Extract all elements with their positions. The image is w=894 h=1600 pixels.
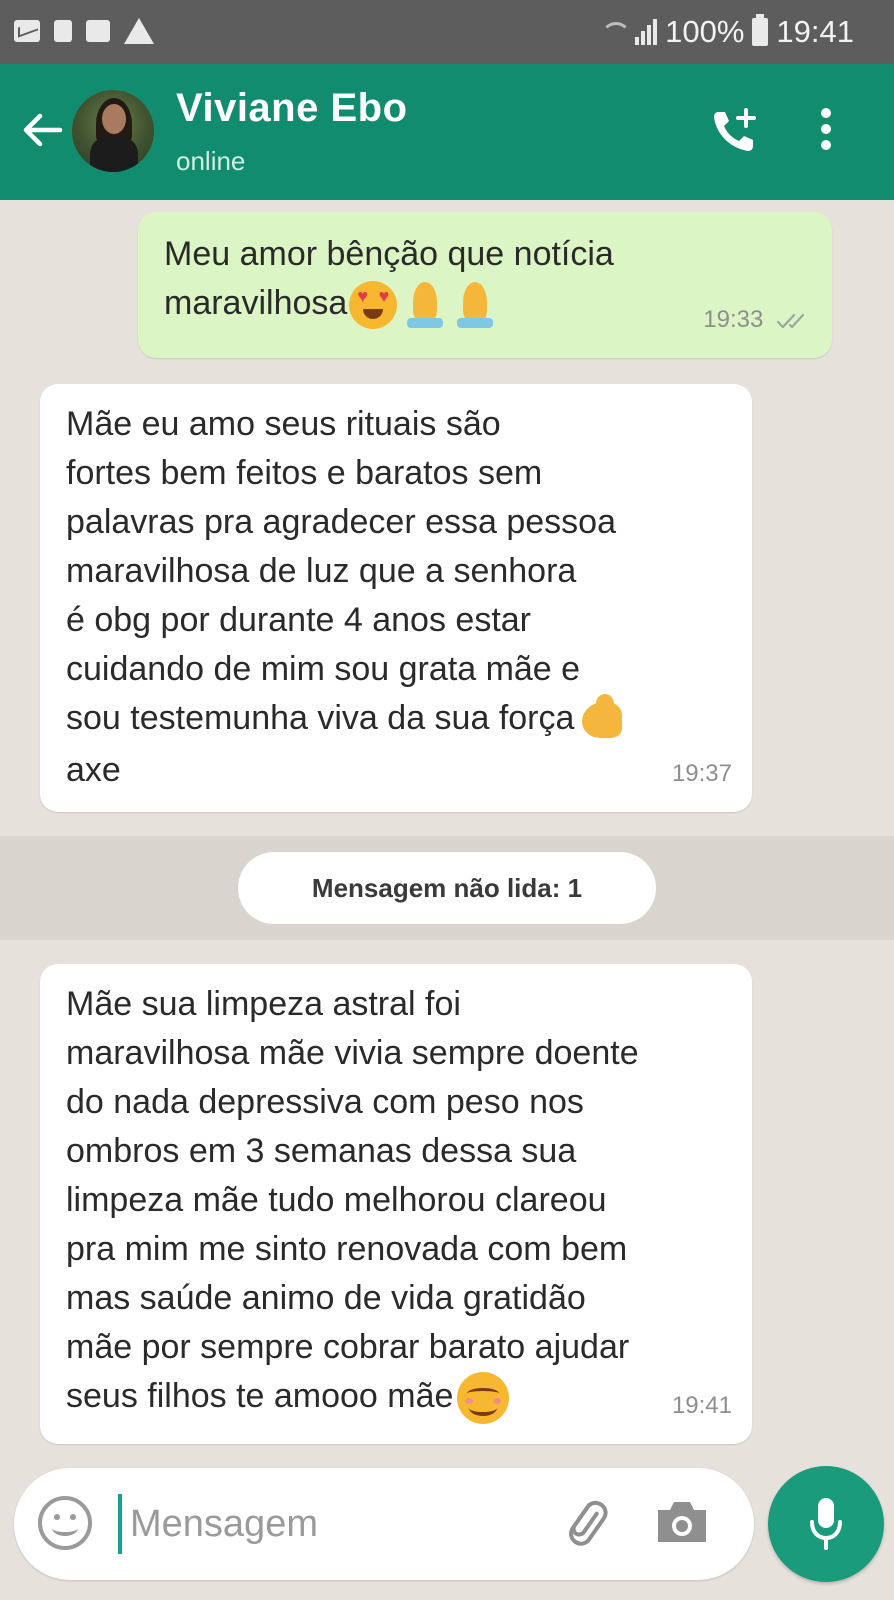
message-input[interactable]	[128, 1490, 532, 1558]
status-bar: 100% 19:41	[0, 0, 894, 64]
battery-icon	[752, 14, 769, 46]
camera-icon[interactable]	[654, 1498, 710, 1546]
message-text: Mãe sua limpeza astral foi maravilhosa m…	[66, 985, 639, 1415]
message-composer	[14, 1468, 754, 1580]
signal-icon	[635, 19, 658, 45]
flexed-biceps-emoji-icon	[578, 694, 630, 746]
message-time: 19:33	[703, 306, 764, 333]
message-time: 19:41	[671, 1392, 732, 1419]
smiling-face-emoji-icon	[457, 1372, 510, 1425]
notification-icons	[14, 18, 154, 44]
clock: 19:41	[776, 14, 854, 49]
message-text-continued: axe	[66, 751, 121, 790]
double-check-icon	[776, 313, 805, 328]
message-text: Mãe eu amo seus rituais são fortes bem f…	[66, 405, 616, 737]
incoming-message[interactable]: Mãe eu amo seus rituais são fortes bem f…	[40, 384, 752, 812]
image-notification-icon	[86, 20, 110, 42]
outgoing-message[interactable]: Meu amor bênção que notícia maravilhosa …	[138, 212, 832, 358]
more-options-icon[interactable]	[818, 108, 834, 156]
wifi-icon	[599, 18, 632, 46]
mail-notification-icon	[14, 20, 40, 42]
folded-hands-emoji-icon	[403, 280, 447, 330]
text-cursor	[118, 1494, 122, 1554]
system-status: 100% 19:41	[599, 14, 854, 50]
unread-messages-divider: Mensagem não lida: 1	[238, 852, 656, 924]
contact-name[interactable]: Viviane Ebo	[176, 86, 408, 131]
clipboard-notification-icon	[54, 20, 72, 42]
add-call-icon[interactable]	[708, 104, 762, 158]
chat-screen: 100% 19:41 Viviane Ebo online Meu amor b…	[0, 0, 894, 1600]
incoming-message[interactable]: Mãe sua limpeza astral foi maravilhosa m…	[40, 964, 752, 1444]
folded-hands-emoji-icon	[453, 280, 497, 330]
attach-icon[interactable]	[554, 1492, 614, 1552]
battery-percent: 100%	[665, 14, 745, 49]
voice-record-button[interactable]	[768, 1466, 884, 1582]
chat-header: Viviane Ebo online	[0, 64, 894, 200]
avatar[interactable]	[72, 90, 154, 172]
heart-eyes-emoji-icon	[349, 281, 398, 330]
message-time: 19:37	[671, 760, 732, 787]
microphone-icon	[810, 1498, 842, 1550]
warning-icon	[124, 18, 154, 44]
back-arrow-icon[interactable]	[20, 108, 64, 152]
contact-status: online	[176, 146, 246, 176]
emoji-icon[interactable]	[38, 1496, 92, 1550]
